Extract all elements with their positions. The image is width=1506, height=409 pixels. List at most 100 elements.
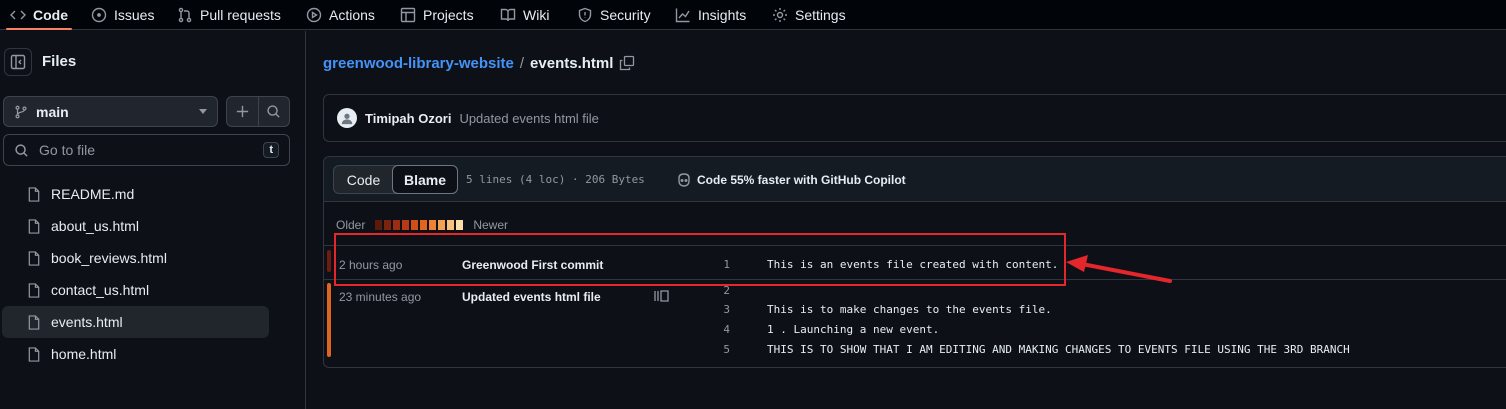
file-icon [28,282,40,298]
legend-swatch [411,220,419,230]
branch-selector[interactable]: main [3,96,218,127]
legend-swatch [402,220,410,230]
copilot-icon [678,173,690,187]
file-name: README.md [51,186,135,202]
shortcut-key: t [263,142,279,158]
blame-view-button[interactable]: Blame [392,165,458,194]
tab-settings[interactable]: Settings [772,0,846,30]
graph-icon [675,8,690,23]
file-name: book_reviews.html [51,250,167,266]
go-to-file-input[interactable]: Go to file t [3,134,290,166]
tab-pull-requests-label: Pull requests [200,7,281,23]
file-name: events.html [51,314,123,330]
tab-wiki[interactable]: Wiki [500,0,549,30]
tab-security-label: Security [600,7,651,23]
file-icon [28,314,40,330]
tab-insights-label: Insights [698,7,747,23]
arrow-annotation-icon [1066,255,1172,283]
commit-message[interactable]: Updated events html file [459,111,598,126]
tab-pull-requests[interactable]: Pull requests [177,0,281,30]
copy-icon[interactable] [619,55,635,71]
gear-icon [773,8,787,22]
issue-icon [91,7,107,23]
commit-author[interactable]: Timipah Ozori [365,111,451,126]
copilot-text: Code 55% faster with GitHub Copilot [697,173,906,187]
tab-issues[interactable]: Issues [91,0,154,30]
file-meta: 5 lines (4 loc) · 206 Bytes [466,173,645,186]
commit-time: 23 minutes ago [339,290,422,304]
tab-security[interactable]: Security [577,0,651,30]
line-number[interactable]: 3 [710,303,730,316]
file-icon [28,250,40,266]
file-item[interactable]: home.html [2,338,269,370]
commit-link[interactable]: Updated events html file [462,290,601,304]
breadcrumb: greenwood-library-website / events.html [323,53,635,73]
pull-request-icon [178,7,192,23]
file-item[interactable]: about_us.html [2,210,269,242]
code-icon [10,10,26,20]
sidebar-collapse-icon [10,54,26,70]
age-bar [327,250,331,272]
blame-header: Code Blame 5 lines (4 loc) · 206 Bytes C… [324,157,1506,202]
tab-insights[interactable]: Insights [675,0,746,30]
legend-older: Older [336,218,366,232]
legend-swatch [375,220,383,230]
legend-swatch [447,220,455,230]
repo-nav: Code Issues Pull requests Actions Projec… [0,0,1506,30]
file-icon [28,346,40,362]
file-tree-sidebar: Files main Go to file t README.md about_… [0,31,306,409]
legend-newer: Newer [473,218,509,232]
legend-swatch [438,220,446,230]
breadcrumb-repo-link[interactable]: greenwood-library-website [323,55,514,72]
legend-swatch [420,220,428,230]
book-icon [500,8,516,22]
search-files-button[interactable] [257,97,290,126]
code-line: THIS IS TO SHOW THAT I AM EDITING AND MA… [767,343,1350,356]
file-item[interactable]: book_reviews.html [2,242,269,274]
line-number[interactable]: 5 [710,343,730,356]
code-view-button[interactable]: Code [334,166,393,193]
tab-projects-label: Projects [423,7,474,23]
code-line: 1 . Launching a new event. [767,323,940,336]
file-name: about_us.html [51,218,139,234]
avatar[interactable] [337,108,357,128]
highlight-box-annotation [334,233,1066,286]
code-line: This is to make changes to the events fi… [767,303,1052,316]
age-bar [327,283,331,357]
breadcrumb-separator: / [519,54,525,72]
file-name: home.html [51,346,117,362]
reblame-icon[interactable] [654,289,670,303]
tab-wiki-label: Wiki [523,7,550,23]
file-name: contact_us.html [51,282,150,298]
legend-swatches [375,220,464,230]
search-icon [15,143,28,157]
tab-code[interactable]: Code [6,0,72,30]
add-file-button[interactable] [227,97,258,126]
collapse-sidebar-button[interactable] [4,48,32,76]
file-item[interactable]: README.md [2,178,269,210]
legend-swatch [429,220,437,230]
tab-actions[interactable]: Actions [306,0,375,30]
table-icon [400,7,416,23]
play-icon [306,7,322,23]
file-item-selected[interactable]: events.html [2,306,269,338]
files-title: Files [42,53,77,70]
file-item[interactable]: contact_us.html [2,274,269,306]
legend-swatch [393,220,401,230]
line-number[interactable]: 4 [710,323,730,336]
breadcrumb-file: events.html [530,54,614,72]
age-legend: Older Newer [336,218,508,232]
tab-issues-label: Issues [114,7,155,23]
tab-code-label: Code [33,7,68,23]
latest-commit-box: Timipah Ozori Updated events html file [323,94,1506,142]
copilot-promo[interactable]: Code 55% faster with GitHub Copilot [676,172,906,188]
file-actions-group [226,96,290,127]
branch-name: main [36,103,69,120]
view-toggle: Code Blame [333,165,458,194]
plus-icon [236,105,248,118]
search-icon [267,105,280,118]
user-avatar-icon [341,113,353,125]
tab-projects[interactable]: Projects [400,0,474,30]
tab-settings-label: Settings [795,7,846,23]
shield-icon [578,7,592,23]
